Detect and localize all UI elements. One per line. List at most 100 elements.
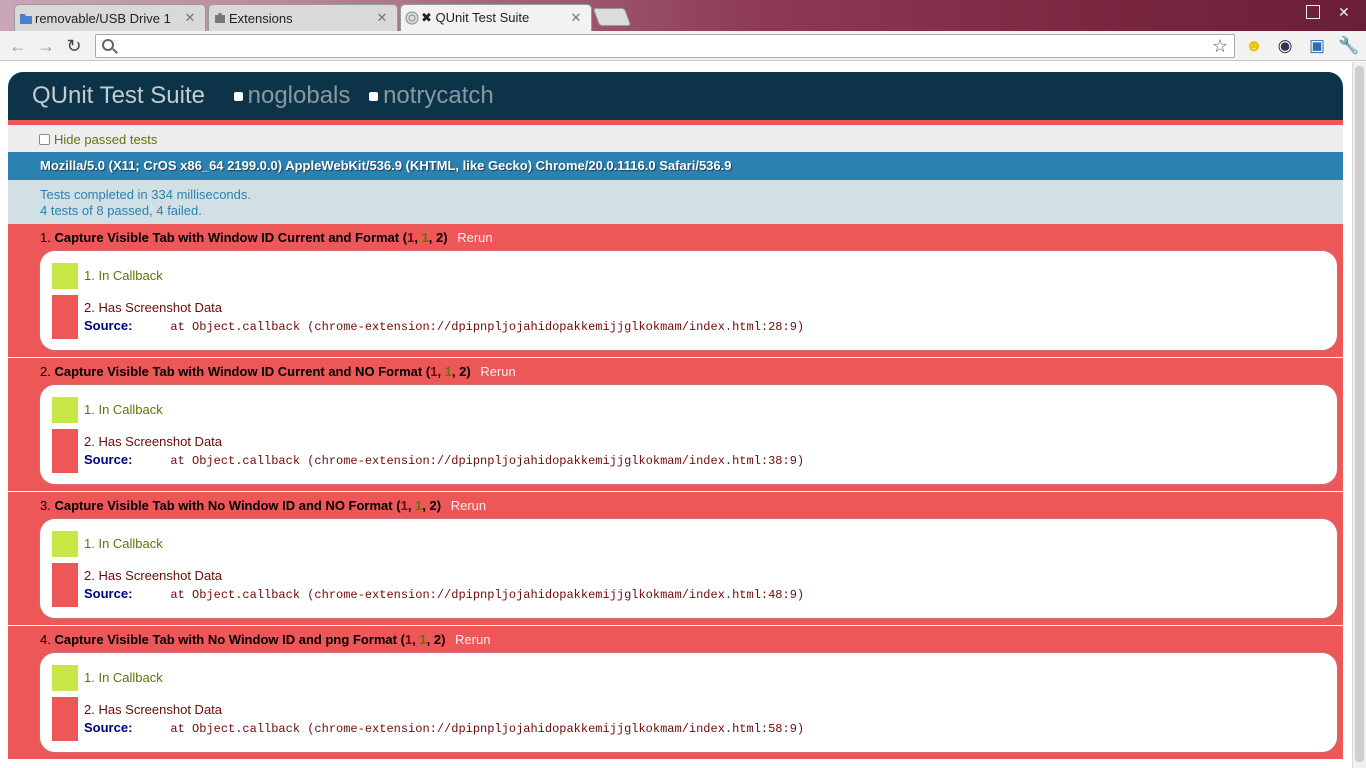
test-heading[interactable]: 4. Capture Visible Tab with No Window ID… [40, 632, 490, 647]
source-label: Source: [84, 318, 133, 333]
new-tab-button[interactable] [592, 8, 632, 26]
browser-toolbar: ← → ↻ ☆ ☻ ◉ ▣ 🔧 [0, 31, 1366, 61]
rerun-link[interactable]: Rerun [451, 498, 486, 513]
camera-extension-icon[interactable]: ◉ [1274, 35, 1296, 57]
test-item[interactable]: 3. Capture Visible Tab with No Window ID… [8, 492, 1343, 626]
option-notrycatch[interactable]: notrycatch [369, 82, 494, 110]
source-trace: at Object.callback (chrome-extension://d… [170, 320, 805, 334]
assert-message: 1. In Callback [84, 536, 163, 551]
test-name: Capture Visible Tab with Window ID Curre… [54, 230, 400, 245]
test-name: Capture Visible Tab with No Window ID an… [54, 498, 393, 513]
assert-list: 1. In Callback 2. Has Screenshot Data So… [40, 519, 1337, 618]
source-trace: at Object.callback (chrome-extension://d… [170, 588, 805, 602]
assert-source: Source: at Object.callback (chrome-extens… [84, 452, 804, 468]
test-item[interactable]: 4. Capture Visible Tab with No Window ID… [8, 626, 1343, 760]
test-result-summary: Tests completed in 334 milliseconds. 4 t… [8, 180, 1343, 224]
puzzle-icon [215, 13, 225, 23]
failed-count: 1 [400, 498, 408, 513]
back-arrow-icon[interactable]: ← [8, 36, 28, 56]
hide-passed-checkbox[interactable] [39, 134, 50, 145]
tab-title: ✖ QUnit Test Suite [421, 10, 530, 25]
source-trace: at Object.callback (chrome-extension://d… [170, 454, 805, 468]
test-number: 3. [40, 498, 51, 513]
assert-message: 1. In Callback [84, 402, 163, 417]
scrollbar-thumb[interactable] [1355, 66, 1364, 762]
tab-qunit[interactable]: ✖ QUnit Test Suite ✕ [400, 4, 592, 31]
close-icon[interactable]: ✕ [569, 10, 583, 26]
address-input[interactable] [120, 37, 1200, 55]
forward-arrow-icon[interactable]: → [36, 36, 56, 56]
test-counts: (1, 1, 2) [396, 498, 442, 513]
total-count: 2 [433, 632, 442, 647]
pass-marker [52, 665, 78, 691]
result-counts: 4 tests of 8 passed, 4 failed. [40, 203, 202, 218]
assert-list: 1. In Callback 2. Has Screenshot Data So… [40, 385, 1337, 484]
checkbox-icon[interactable] [369, 92, 379, 102]
close-window-button[interactable]: ✕ [1338, 5, 1352, 19]
failed-count: 1 [430, 364, 438, 379]
star-icon[interactable]: ☆ [1212, 35, 1228, 57]
maximize-window-button[interactable] [1306, 5, 1320, 19]
pass-marker [52, 531, 78, 557]
test-heading[interactable]: 1. Capture Visible Tab with Window ID Cu… [40, 230, 493, 245]
source-trace: at Object.callback (chrome-extension://d… [170, 722, 805, 736]
test-item[interactable]: 1. Capture Visible Tab with Window ID Cu… [8, 224, 1343, 358]
assert-source: Source: at Object.callback (chrome-extens… [84, 586, 804, 602]
tab-extensions[interactable]: Extensions ✕ [208, 4, 398, 31]
assert-message: 1. In Callback [84, 268, 163, 283]
passed-count: 1 [415, 498, 423, 513]
test-counts: (1, 1, 2) [425, 364, 471, 379]
close-icon[interactable]: ✕ [375, 10, 389, 26]
pass-marker [52, 263, 78, 289]
tab-strip: removable/USB Drive 1 ✕ Extensions ✕ ✖ Q… [0, 0, 1366, 31]
test-number: 4. [40, 632, 51, 647]
vertical-scrollbar[interactable] [1352, 62, 1366, 768]
assert-message: 2. Has Screenshot Data [84, 434, 223, 449]
folder-icon [20, 14, 32, 24]
globe-icon [405, 11, 419, 25]
test-item[interactable]: 2. Capture Visible Tab with Window ID Cu… [8, 358, 1343, 492]
qunit-header: QUnit Test Suite noglobals notrycatch [8, 72, 1343, 120]
wrench-icon[interactable]: 🔧 [1338, 35, 1360, 57]
rerun-link[interactable]: Rerun [480, 364, 515, 379]
passed-count: 1 [419, 632, 427, 647]
reload-icon[interactable]: ↻ [64, 36, 84, 56]
test-counts: (1, 1, 2) [402, 230, 448, 245]
checkbox-icon[interactable] [233, 92, 243, 102]
close-icon[interactable]: ✕ [183, 10, 197, 26]
failed-count: 1 [407, 230, 415, 245]
fail-marker [52, 697, 78, 741]
rerun-link[interactable]: Rerun [455, 632, 490, 647]
screen-capture-extension-icon[interactable]: ▣ [1306, 35, 1328, 57]
passed-count: 1 [444, 364, 452, 379]
omnibox[interactable]: ☆ [95, 34, 1235, 58]
fail-marker [52, 563, 78, 607]
option-noglobals[interactable]: noglobals [233, 82, 350, 110]
tab-title: Extensions [229, 10, 293, 26]
test-heading[interactable]: 2. Capture Visible Tab with Window ID Cu… [40, 364, 516, 379]
test-number: 2. [40, 364, 51, 379]
page-title[interactable]: QUnit Test Suite [32, 82, 205, 109]
fail-marker [52, 429, 78, 473]
test-counts: (1, 1, 2) [400, 632, 446, 647]
pass-marker [52, 397, 78, 423]
tab-title: removable/USB Drive 1 [35, 10, 171, 26]
source-label: Source: [84, 586, 133, 601]
test-number: 1. [40, 230, 51, 245]
test-heading[interactable]: 3. Capture Visible Tab with No Window ID… [40, 498, 486, 513]
assert-message: 2. Has Screenshot Data [84, 300, 223, 315]
test-name: Capture Visible Tab with No Window ID an… [54, 632, 397, 647]
rerun-link[interactable]: Rerun [457, 230, 492, 245]
page-content: QUnit Test Suite noglobals notrycatch Hi… [0, 62, 1366, 768]
assert-message: 2. Has Screenshot Data [84, 702, 223, 717]
failed-count: 1 [404, 632, 413, 647]
qunit-container: QUnit Test Suite noglobals notrycatch Hi… [8, 72, 1343, 760]
smiley-extension-icon[interactable]: ☻ [1243, 35, 1265, 57]
fail-marker [52, 295, 78, 339]
total-count: 2 [459, 364, 467, 379]
hide-passed-label[interactable]: Hide passed tests [54, 132, 157, 147]
source-label: Source: [84, 452, 133, 467]
tab-usb-drive[interactable]: removable/USB Drive 1 ✕ [14, 4, 206, 31]
assert-list: 1. In Callback 2. Has Screenshot Data So… [40, 653, 1337, 752]
total-count: 2 [429, 498, 437, 513]
